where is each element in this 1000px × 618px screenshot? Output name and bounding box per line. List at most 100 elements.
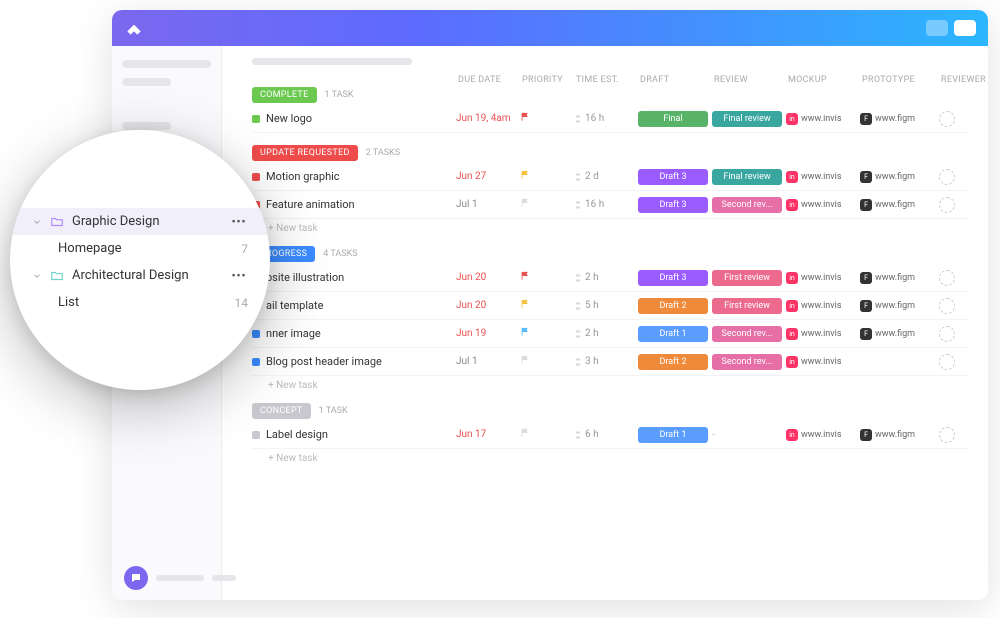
time-estimate[interactable]: 16 h — [574, 199, 634, 210]
column-header[interactable]: REVIEWER — [941, 75, 988, 85]
topbar-pill[interactable] — [926, 20, 948, 36]
due-date[interactable]: Jul 1 — [456, 356, 516, 367]
task-title[interactable]: bsite illustration — [252, 271, 452, 284]
task-title[interactable]: Motion graphic — [252, 170, 452, 183]
sidebar-folder[interactable]: Architectural Design••• — [10, 262, 270, 289]
priority-cell[interactable] — [520, 299, 570, 312]
assignee-avatar[interactable] — [939, 169, 955, 185]
priority-cell[interactable] — [520, 327, 570, 340]
group-header[interactable]: COMPLETE1 TASK — [252, 87, 968, 103]
column-header[interactable]: DUE DATE — [458, 75, 518, 85]
assignee-avatar[interactable] — [939, 326, 955, 342]
mockup-link[interactable]: inwww.invis — [786, 328, 856, 340]
reviewer-cell[interactable] — [939, 270, 987, 286]
priority-cell[interactable] — [520, 355, 570, 368]
priority-cell[interactable] — [520, 170, 570, 183]
reviewer-cell[interactable] — [939, 427, 987, 443]
task-title[interactable]: Blog post header image — [252, 355, 452, 368]
reviewer-cell[interactable] — [939, 326, 987, 342]
assignee-avatar[interactable] — [939, 427, 955, 443]
group-header[interactable]: CONCEPT1 TASK — [252, 403, 968, 419]
due-date[interactable]: Jun 19 — [456, 328, 516, 339]
task-title[interactable]: Label design — [252, 428, 452, 441]
column-header[interactable]: TIME EST. — [576, 75, 636, 85]
new-task-button[interactable]: + New task — [252, 219, 968, 234]
task-title[interactable]: ail template — [252, 299, 452, 312]
time-estimate[interactable]: 6 h — [574, 429, 634, 440]
task-row[interactable]: Motion graphic Jun 27 2 d Draft 3Final revi… — [252, 163, 968, 191]
more-menu-icon[interactable]: ••• — [230, 269, 248, 282]
column-header[interactable]: PROTOTYPE — [862, 75, 937, 85]
draft-cell[interactable]: Final — [638, 111, 708, 127]
more-menu-icon[interactable]: ••• — [230, 215, 248, 228]
prototype-link[interactable]: Fwww.figm — [860, 300, 935, 312]
reviewer-cell[interactable] — [939, 298, 987, 314]
review-cell[interactable]: First review — [712, 270, 782, 286]
review-cell[interactable]: Final review — [712, 111, 782, 127]
mockup-link[interactable]: inwww.invis — [786, 171, 856, 183]
prototype-link[interactable]: Fwww.figm — [860, 171, 935, 183]
review-cell[interactable]: - — [712, 428, 782, 441]
sidebar-folder[interactable]: Graphic Design••• — [10, 208, 270, 235]
time-estimate[interactable]: 5 h — [574, 300, 634, 311]
review-cell[interactable]: Second rev... — [712, 197, 782, 213]
prototype-link[interactable]: Fwww.figm — [860, 328, 935, 340]
column-header[interactable]: DRAFT — [640, 75, 710, 85]
new-task-button[interactable]: + New task — [252, 449, 968, 464]
task-row[interactable]: nner imageJun 192 hDraft 1Second rev...i… — [252, 320, 968, 348]
reviewer-cell[interactable] — [939, 197, 987, 213]
prototype-link[interactable]: Fwww.figm — [860, 429, 935, 441]
task-row[interactable]: Blog post header imageJul 13 hDraft 2Sec… — [252, 348, 968, 376]
due-date[interactable]: Jun 20 — [456, 300, 516, 311]
draft-cell[interactable]: Draft 3 — [638, 169, 708, 185]
status-tag[interactable]: COMPLETE — [252, 87, 317, 103]
task-title[interactable]: New logo — [252, 112, 452, 125]
assignee-avatar[interactable] — [939, 197, 955, 213]
sidebar-list[interactable]: Homepage7 — [10, 235, 270, 262]
column-header[interactable]: PRIORITY — [522, 75, 572, 85]
task-title[interactable]: nner image — [252, 327, 452, 340]
mockup-link[interactable]: inwww.invis — [786, 429, 856, 441]
assignee-avatar[interactable] — [939, 354, 955, 370]
sidebar-list[interactable]: List14 — [10, 289, 270, 316]
mockup-link[interactable]: inwww.invis — [786, 272, 856, 284]
prototype-link[interactable]: Fwww.figm — [860, 113, 935, 125]
priority-cell[interactable] — [520, 271, 570, 284]
column-header[interactable]: REVIEW — [714, 75, 784, 85]
chat-button[interactable] — [124, 566, 148, 590]
assignee-avatar[interactable] — [939, 298, 955, 314]
mockup-link[interactable]: inwww.invis — [786, 199, 856, 211]
task-row[interactable]: Label design Jun 17 6 h Draft 1-inwww.invis… — [252, 421, 968, 449]
prototype-link[interactable]: Fwww.figm — [860, 199, 935, 211]
due-date[interactable]: Jul 1 — [456, 199, 516, 210]
draft-cell[interactable]: Draft 3 — [638, 270, 708, 286]
draft-cell[interactable]: Draft 2 — [638, 354, 708, 370]
mockup-link[interactable]: inwww.invis — [786, 300, 856, 312]
time-estimate[interactable]: 2 d — [574, 171, 634, 182]
group-header[interactable]: UPDATE REQUESTED2 TASKS — [252, 145, 968, 161]
review-cell[interactable]: Final review — [712, 169, 782, 185]
priority-cell[interactable] — [520, 112, 570, 125]
column-header[interactable] — [254, 75, 454, 85]
column-header[interactable]: MOCKUP — [788, 75, 858, 85]
task-row[interactable]: Feature animationJul 116 hDraft 3Second … — [252, 191, 968, 219]
draft-cell[interactable]: Draft 3 — [638, 197, 708, 213]
time-estimate[interactable]: 3 h — [574, 356, 634, 367]
mockup-link[interactable]: inwww.invis — [786, 113, 856, 125]
due-date[interactable]: Jun 27 — [456, 171, 516, 182]
new-task-button[interactable]: + New task — [252, 376, 968, 391]
task-row[interactable]: ail templateJun 205 hDraft 2First review… — [252, 292, 968, 320]
draft-cell[interactable]: Draft 1 — [638, 427, 708, 443]
priority-cell[interactable] — [520, 198, 570, 211]
task-row[interactable]: New logoJun 19, 4am16 hFinalFinal review… — [252, 105, 968, 133]
mockup-link[interactable]: inwww.invis — [786, 356, 856, 368]
due-date[interactable]: Jun 19, 4am — [456, 113, 516, 124]
assignee-avatar[interactable] — [939, 111, 955, 127]
status-tag[interactable]: CONCEPT — [252, 403, 311, 419]
prototype-link[interactable]: Fwww.figm — [860, 272, 935, 284]
due-date[interactable]: Jun 17 — [456, 429, 516, 440]
review-cell[interactable]: Second rev... — [712, 326, 782, 342]
time-estimate[interactable]: 2 h — [574, 328, 634, 339]
status-tag[interactable]: UPDATE REQUESTED — [252, 145, 358, 161]
topbar-pill[interactable] — [954, 20, 976, 36]
